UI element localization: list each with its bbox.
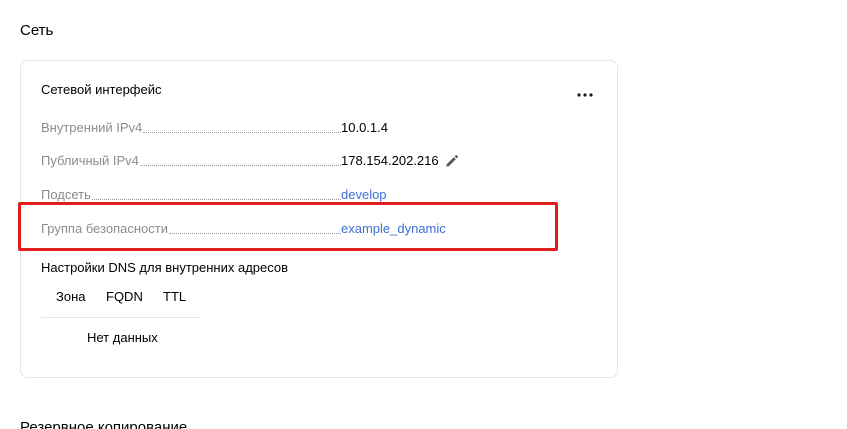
property-key: Внутренний IPv4 <box>41 119 341 137</box>
dns-table: Зона FQDN TTL Нет данных <box>41 287 200 345</box>
internal-ipv4-value: 10.0.1.4 <box>341 120 388 135</box>
property-row-subnet: Подсеть develop <box>41 186 561 204</box>
dotted-leader <box>139 164 341 166</box>
dns-empty-state: Нет данных <box>87 330 158 345</box>
property-value: 178.154.202.216 <box>341 152 459 170</box>
backup-section-title: Резервное копирование <box>20 419 188 429</box>
property-label: Публичный IPv4 <box>41 152 139 170</box>
property-value: 10.0.1.4 <box>341 119 388 137</box>
property-value: example_dynamic <box>341 220 446 238</box>
column-header-zone[interactable]: Зона <box>56 288 86 306</box>
security-group-link[interactable]: example_dynamic <box>341 220 446 238</box>
pencil-icon <box>446 155 458 167</box>
property-key: Публичный IPv4 <box>41 152 341 170</box>
property-row-public-ipv4: Публичный IPv4 178.154.202.216 <box>41 152 561 170</box>
property-row-security-group: Группа безопасности example_dynamic <box>41 220 561 238</box>
property-label: Внутренний IPv4 <box>41 119 143 137</box>
network-interface-card: Сетевой интерфейс Внутренний IPv4 10.0.1… <box>20 60 618 378</box>
column-header-fqdn[interactable]: FQDN <box>106 288 143 306</box>
more-horizontal-icon <box>577 93 593 97</box>
dns-table-header: Зона FQDN TTL <box>41 287 200 318</box>
property-value: develop <box>341 186 387 204</box>
dotted-leader <box>169 232 341 234</box>
edit-public-ip-button[interactable] <box>445 154 459 168</box>
property-label: Группа безопасности <box>41 220 168 238</box>
dns-settings-title: Настройки DNS для внутренних адресов <box>41 260 289 275</box>
card-title: Сетевой интерфейс <box>41 82 162 97</box>
more-actions-button[interactable] <box>574 85 596 105</box>
property-key: Группа безопасности <box>41 220 341 238</box>
column-header-ttl[interactable]: TTL <box>163 288 186 306</box>
dotted-leader <box>91 198 341 200</box>
page: Сеть Сетевой интерфейс Внутренний IPv4 1… <box>0 0 847 429</box>
subnet-link[interactable]: develop <box>341 186 387 204</box>
property-row-internal-ipv4: Внутренний IPv4 10.0.1.4 <box>41 119 561 137</box>
property-key: Подсеть <box>41 186 341 204</box>
section-title: Сеть <box>20 22 54 39</box>
public-ipv4-value: 178.154.202.216 <box>341 153 439 168</box>
dotted-leader <box>143 131 341 133</box>
property-label: Подсеть <box>41 186 91 204</box>
